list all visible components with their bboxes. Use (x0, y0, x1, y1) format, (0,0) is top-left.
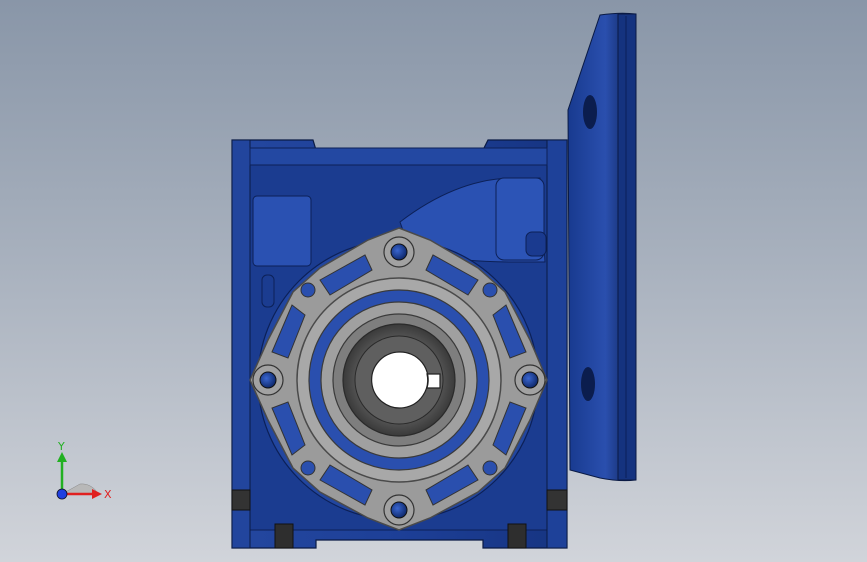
bolt-hole-icon (390, 243, 408, 261)
gearbox-model[interactable] (0, 0, 867, 562)
pin-icon (546, 489, 568, 511)
pin-icon (274, 523, 294, 549)
reference-triad[interactable]: Y X (40, 438, 120, 508)
bolt-hole-icon (259, 371, 277, 389)
motor-flange[interactable] (567, 12, 637, 482)
bolt-hole-icon (482, 282, 498, 298)
flange-hole-icon (581, 367, 595, 401)
bolt-hole-icon (390, 501, 408, 519)
x-arrow-icon (92, 489, 102, 499)
pin-icon (231, 489, 251, 511)
z-axis-icon (56, 488, 68, 500)
y-axis-label: Y (57, 440, 65, 453)
bolt-hole-icon (482, 460, 498, 476)
pin-icon (507, 523, 527, 549)
flange-hole-icon (583, 95, 597, 129)
bolt-hole-icon (521, 371, 539, 389)
bolt-hole-icon (300, 282, 316, 298)
y-arrow-icon (57, 452, 67, 462)
x-axis-label: X (104, 488, 112, 501)
bolt-hole-icon (300, 460, 316, 476)
graphics-viewport[interactable]: Y X (0, 0, 867, 562)
